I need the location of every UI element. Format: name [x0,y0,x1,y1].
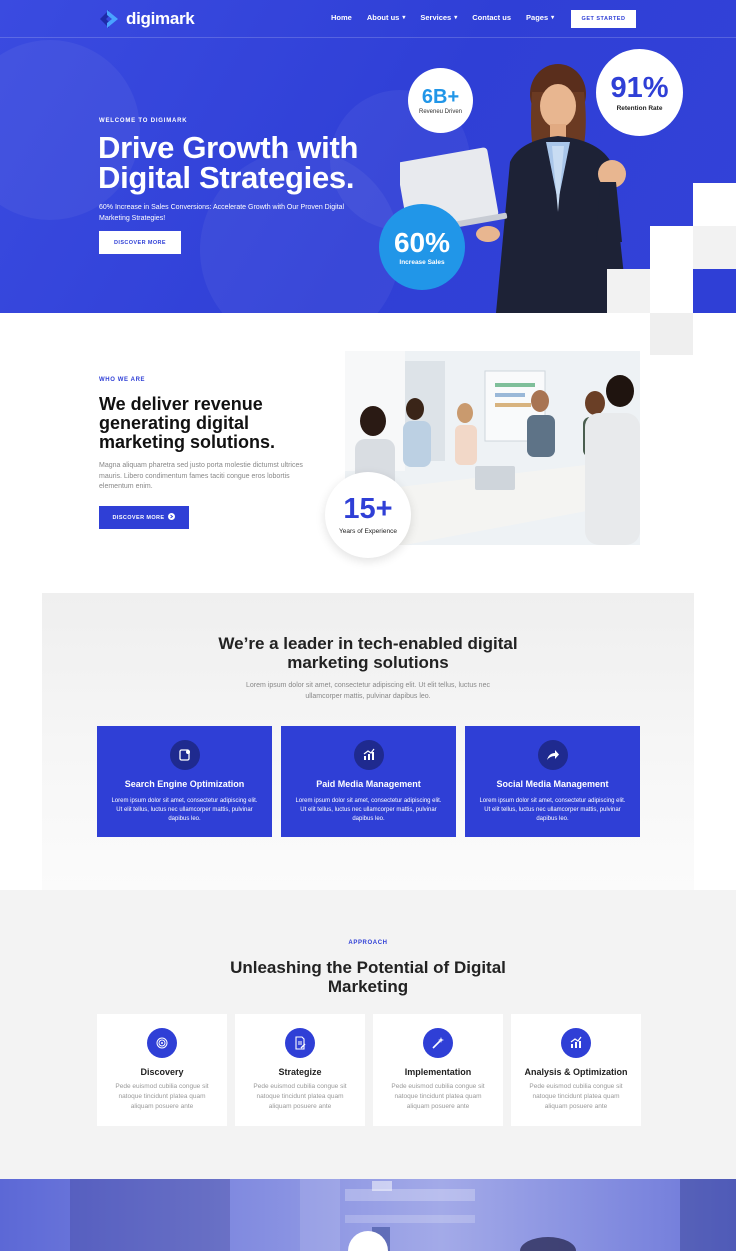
decorative-square [693,183,736,226]
step-description: Pede euismod cubilia congue sit natoque … [391,1083,485,1110]
nav-item-services[interactable]: Services ▾ [420,13,457,22]
magic-wand-icon [423,1028,453,1058]
nav-item-label: About us [366,13,400,22]
service-title: Social Media Management [496,779,609,789]
who-title: We deliver revenue generating digital ma… [99,394,276,452]
experience-label: Years of Experience [339,528,397,535]
nav-item-label: Home [331,13,352,22]
hero-title: Drive Growth with Digital Strategies. [98,130,359,195]
step-description: Pede euismod cubilia congue sit natoque … [529,1083,623,1110]
decorative-square [650,226,693,269]
step-card-discovery: Discovery Pede euismod cubilia congue si… [97,1014,227,1126]
nav-item-home[interactable]: Home [331,13,352,22]
service-description: Lorem ipsum dolor sit amet, consectetur … [479,798,626,822]
bottom-image-band [0,1179,736,1251]
step-title: Implementation [404,1067,472,1077]
decorative-square [650,269,693,313]
step-description: Pede euismod cubilia congue sit natoque … [115,1083,209,1110]
decorative-square [693,226,736,269]
service-title: Paid Media Management [316,779,421,789]
chevron-down-icon: ▾ [402,15,406,21]
chart-growth-icon [354,740,384,770]
service-title: Search Engine Optimization [124,779,245,789]
navbar: digimark Home About us ▾ Services ▾ Contac… [0,0,736,38]
service-card-seo[interactable]: Search Engine Optimization Lorem ipsum d… [97,726,272,837]
nav-item-about-us[interactable]: About us ▾ [367,13,406,22]
experience-value: 15+ [343,493,393,525]
stat-revenue-badge: 6B+ Reveneu Driven [408,68,473,133]
stat-label: Reveneu Driven [418,108,463,115]
main-nav: Home About us ▾ Services ▾ Contact us Page… [331,13,569,22]
decorative-square [607,269,650,313]
who-eyebrow: WHO WE ARE [99,377,146,383]
logo-icon [98,8,122,30]
stat-retention-badge: 91% Retention Rate [596,49,683,136]
who-description: Magna aliquam pharetra sed justo porta m… [99,462,303,490]
nav-item-label: Pages [526,13,549,22]
discover-more-button[interactable]: DISCOVER MORE [99,506,189,529]
stat-value: 60% [393,226,451,258]
service-card-paid-media[interactable]: Paid Media Management Lorem ipsum dolor … [281,726,456,837]
decorative-square [650,313,693,355]
leader-description: Lorem ipsum dolor sit amet, consectetur … [246,682,490,700]
nav-item-label: Services [420,13,452,22]
fingerprint-icon [147,1028,177,1058]
document-edit-icon [285,1028,315,1058]
approach-title: Unleashing the Potential of Digital Mark… [230,958,506,996]
step-card-analysis: Analysis & Optimization Pede euismod cub… [511,1014,641,1126]
nav-item-contact-us[interactable]: Contact us [472,13,511,22]
step-card-implementation: Implementation Pede euismod cubilia cong… [373,1014,503,1126]
step-description: Pede euismod cubilia congue sit natoque … [253,1083,347,1110]
analytics-icon [561,1028,591,1058]
stat-label: Increase Sales [399,258,445,266]
discover-more-button[interactable]: DISCOVER MORE [99,231,181,254]
step-card-strategize: Strategize Pede euismod cubilia congue s… [235,1014,365,1126]
arrow-right-circle-icon [168,513,176,522]
logo-text: digimark [126,9,195,28]
decorative-square [693,269,736,313]
nav-item-pages[interactable]: Pages ▾ [526,13,554,22]
hero-subtitle: 60% Increase in Sales Conversions: Accel… [99,204,345,222]
service-description: Lorem ipsum dolor sit amet, consectetur … [295,798,442,822]
nav-item-label: Contact us [472,13,512,22]
service-card-social-media[interactable]: Social Media Management Lorem ipsum dolo… [465,726,640,837]
hero-section: digimark Home About us ▾ Services ▾ Contac… [0,0,736,313]
document-search-icon [170,740,200,770]
stat-value: 6B+ [421,85,460,108]
chevron-down-icon: ▾ [551,15,555,21]
leader-title: We’re a leader in tech-enabled digital m… [218,634,518,672]
button-label: DISCOVER MORE [112,514,165,521]
get-started-button[interactable]: GET STARTED [571,10,636,28]
share-arrow-icon [538,740,568,770]
service-description: Lorem ipsum dolor sit amet, consectetur … [111,798,258,822]
page: digimark Home About us ▾ Services ▾ Contac… [0,0,736,1251]
stat-value: 91% [610,71,669,104]
step-title: Discovery [140,1067,184,1077]
logo[interactable]: digimark [98,8,195,30]
stat-sales-badge: 60% Increase Sales [379,204,465,290]
step-title: Analysis & Optimization [524,1067,628,1077]
approach-eyebrow: APPROACH [348,940,388,946]
experience-badge: 15+ Years of Experience [325,472,411,558]
chevron-down-icon: ▾ [454,15,458,21]
stat-label: Retention Rate [616,104,663,112]
hero-eyebrow: WELCOME TO DIGIMARK [99,118,188,124]
step-title: Strategize [278,1067,322,1077]
